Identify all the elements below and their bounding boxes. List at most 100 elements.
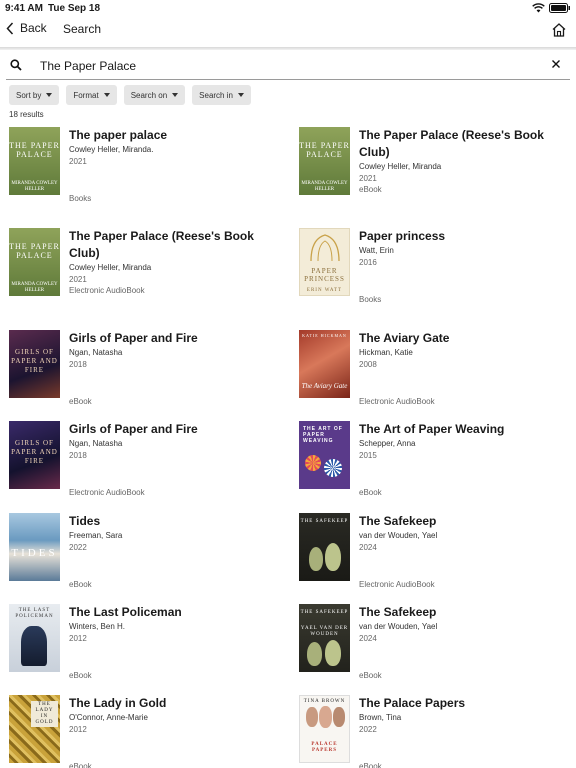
result-item[interactable]: THE LAST POLICEMAN The Last Policeman Wi…	[9, 604, 289, 692]
status-bar: 9:41 AM Tue Sep 18	[0, 0, 576, 16]
result-title: The Paper Palace (Reese's Book Club)	[69, 229, 254, 260]
result-item[interactable]: THE SAFEKEEP The Safekeep van der Wouden…	[299, 513, 576, 601]
result-item[interactable]: THE PAPER PALACE MIRANDA COWLEY HELLER T…	[9, 228, 289, 316]
close-icon[interactable]	[550, 58, 562, 70]
pear-shape	[325, 543, 341, 571]
result-info: The Safekeep van der Wouden, Yael 2024 E…	[359, 513, 574, 593]
result-title: The Art of Paper Weaving	[359, 422, 505, 436]
search-in-label: Search in	[199, 90, 233, 100]
cover-title: THE ART OF PAPER WEAVING	[303, 426, 343, 444]
search-icon	[10, 59, 22, 71]
result-item[interactable]: THE LADY IN GOLD The Lady in Gold O'Conn…	[9, 695, 289, 768]
search-on-dropdown[interactable]: Search on	[123, 85, 186, 105]
result-title: The Lady in Gold	[69, 696, 167, 710]
result-format: eBook	[359, 671, 382, 680]
cover-author: YAEL VAN DER WOUDEN	[300, 626, 349, 637]
result-info: Girls of Paper and Fire Ngan, Natasha 20…	[69, 330, 284, 410]
cover-title: THE PAPER PALACE	[9, 141, 60, 159]
chevron-left-icon	[6, 21, 14, 35]
cover-author: TINA BROWN	[303, 699, 346, 704]
nav-divider	[0, 47, 576, 50]
result-item[interactable]: THE SAFEKEEP YAEL VAN DER WOUDEN The Saf…	[299, 604, 576, 692]
result-item[interactable]: THE PAPER PALACE MIRANDA COWLEY HELLER T…	[9, 127, 289, 215]
result-author: Hickman, Katie	[359, 348, 413, 357]
cover-title: THE SAFEKEEP	[300, 610, 349, 615]
nav-bar: Back Search	[0, 16, 576, 46]
cover-author: KATIE HICKMAN	[302, 333, 347, 338]
search-in-dropdown[interactable]: Search in	[192, 85, 251, 105]
result-format: eBook	[69, 580, 92, 589]
result-info: The Art of Paper Weaving Schepper, Anna …	[359, 421, 574, 501]
result-title: The Safekeep	[359, 605, 437, 619]
result-title: Girls of Paper and Fire	[69, 422, 198, 436]
portrait	[306, 707, 318, 727]
book-cover: TIDES	[9, 513, 60, 581]
result-year: 2022	[69, 543, 87, 552]
result-format: eBook	[69, 762, 92, 768]
result-title: The Last Policeman	[69, 605, 182, 619]
search-input[interactable]	[40, 57, 540, 75]
result-format: Electronic AudioBook	[359, 580, 435, 589]
result-item[interactable]: PAPER PRINCESS ERIN WATT Paper princess …	[299, 228, 576, 316]
cover-title: GIRLS OF PAPER AND FIRE	[11, 439, 58, 465]
cover-author: ERIN WATT	[306, 288, 343, 293]
result-format: eBook	[359, 762, 382, 768]
back-button[interactable]: Back	[6, 21, 47, 35]
pear-shape	[309, 547, 323, 571]
cover-title: THE PAPER PALACE	[299, 141, 350, 159]
caret-down-icon	[172, 93, 179, 97]
result-author: Freeman, Sara	[69, 531, 123, 540]
result-info: The Lady in Gold O'Connor, Anne-Marie 20…	[69, 695, 284, 768]
result-year: 2015	[359, 451, 377, 460]
result-item[interactable]: KATIE HICKMAN The Aviary Gate The Aviary…	[299, 330, 576, 418]
cover-author: MIRANDA COWLEY HELLER	[11, 181, 58, 192]
result-item[interactable]: TIDES Tides Freeman, Sara 2022 eBook	[9, 513, 289, 601]
wifi-icon	[532, 3, 545, 13]
book-cover: KATIE HICKMAN The Aviary Gate	[299, 330, 350, 398]
result-info: The Safekeep van der Wouden, Yael 2024 e…	[359, 604, 574, 684]
battery-icon	[549, 3, 570, 13]
book-cover: TINA BROWN PALACE PAPERS	[299, 695, 350, 763]
result-info: The Aviary Gate Hickman, Katie 2008 Elec…	[359, 330, 574, 410]
result-info: Girls of Paper and Fire Ngan, Natasha 20…	[69, 421, 284, 501]
book-cover: THE LAST POLICEMAN	[9, 604, 60, 672]
page-title: Search	[63, 22, 102, 36]
result-info: The paper palace Cowley Heller, Miranda.…	[69, 127, 284, 207]
book-cover: GIRLS OF PAPER AND FIRE	[9, 330, 60, 398]
cover-title: GIRLS OF PAPER AND FIRE	[11, 348, 58, 374]
format-label: Format	[73, 90, 99, 100]
result-year: 2021	[69, 275, 87, 284]
result-author: Cowley Heller, Miranda.	[69, 145, 154, 154]
book-cover: GIRLS OF PAPER AND FIRE	[9, 421, 60, 489]
home-icon[interactable]	[551, 22, 567, 38]
result-author: Schepper, Anna	[359, 439, 416, 448]
sort-by-dropdown[interactable]: Sort by	[9, 85, 60, 105]
result-info: The Last Policeman Winters, Ben H. 2012 …	[69, 604, 284, 684]
result-item[interactable]: THE ART OF PAPER WEAVING The Art of Pape…	[299, 421, 576, 509]
search-on-label: Search on	[130, 90, 168, 100]
result-item[interactable]: GIRLS OF PAPER AND FIRE Girls of Paper a…	[9, 421, 289, 509]
cover-title: THE PAPER PALACE	[9, 242, 60, 260]
result-format: Electronic AudioBook	[69, 286, 145, 295]
status-date: Tue Sep 18	[48, 3, 101, 14]
result-format: eBook	[69, 671, 92, 680]
cover-title: PAPER PRINCESS	[304, 267, 345, 283]
book-cover: THE ART OF PAPER WEAVING	[299, 421, 350, 489]
cover-title: THE LADY IN GOLD	[31, 701, 58, 727]
result-format: eBook	[359, 185, 382, 194]
result-format: Electronic AudioBook	[69, 488, 145, 497]
result-year: 2016	[359, 258, 377, 267]
portrait	[319, 706, 332, 728]
result-year: 2024	[359, 543, 377, 552]
result-item[interactable]: GIRLS OF PAPER AND FIRE Girls of Paper a…	[9, 330, 289, 418]
pear-shape	[307, 642, 322, 666]
result-item[interactable]: THE PAPER PALACE MIRANDA COWLEY HELLER T…	[299, 127, 576, 215]
result-item[interactable]: TINA BROWN PALACE PAPERS The Palace Pape…	[299, 695, 576, 768]
weave-circle	[324, 459, 342, 477]
format-dropdown[interactable]: Format	[66, 85, 117, 105]
result-count: 18 results	[9, 110, 44, 119]
book-cover: THE PAPER PALACE MIRANDA COWLEY HELLER	[9, 127, 60, 195]
book-cover: THE SAFEKEEP	[299, 513, 350, 581]
book-cover: THE SAFEKEEP YAEL VAN DER WOUDEN	[299, 604, 350, 672]
result-format: Electronic AudioBook	[359, 397, 435, 406]
